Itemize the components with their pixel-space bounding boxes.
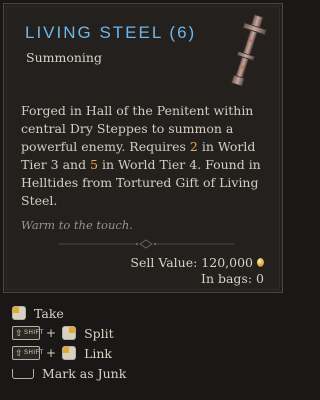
take-action[interactable]: Take: [12, 303, 282, 323]
split-action[interactable]: ⇧ SHIFT + Split: [12, 323, 282, 343]
plus-sign: +: [46, 326, 57, 340]
mark-junk-action[interactable]: Mark as Junk: [12, 363, 282, 383]
link-action[interactable]: ⇧ SHIFT + Link: [12, 343, 282, 363]
ornament-divider: [58, 239, 234, 249]
spacebar-icon: [12, 369, 34, 379]
sell-value: Sell Value: 120,000: [130, 255, 264, 270]
in-bags-count: In bags: 0: [201, 271, 264, 286]
flavor-text: Warm to the touch.: [21, 218, 133, 232]
living-steel-key-icon: [230, 14, 267, 87]
right-click-icon: [62, 326, 77, 340]
shift-key-icon: ⇧ SHIFT: [12, 326, 43, 340]
item-tooltip: LIVING STEEL (6) Summoning Forged in Hal…: [3, 3, 283, 293]
left-click-icon: [62, 346, 77, 360]
item-description: Forged in Hall of the Penitent within ce…: [21, 103, 261, 208]
left-click-icon: [12, 306, 26, 320]
gold-coin-icon: [257, 258, 264, 267]
tooltip-header: LIVING STEEL (6) Summoning: [4, 4, 282, 90]
shift-key-icon: ⇧ SHIFT: [12, 346, 43, 360]
item-name: LIVING STEEL (6): [25, 23, 197, 42]
item-type: Summoning: [26, 50, 102, 65]
plus-sign: +: [46, 346, 57, 360]
tier4-requirement: 5: [90, 157, 99, 172]
action-hints: Take ⇧ SHIFT + Split ⇧ SHIFT + Link Mark a…: [12, 303, 282, 383]
tier3-requirement: 2: [189, 139, 198, 154]
